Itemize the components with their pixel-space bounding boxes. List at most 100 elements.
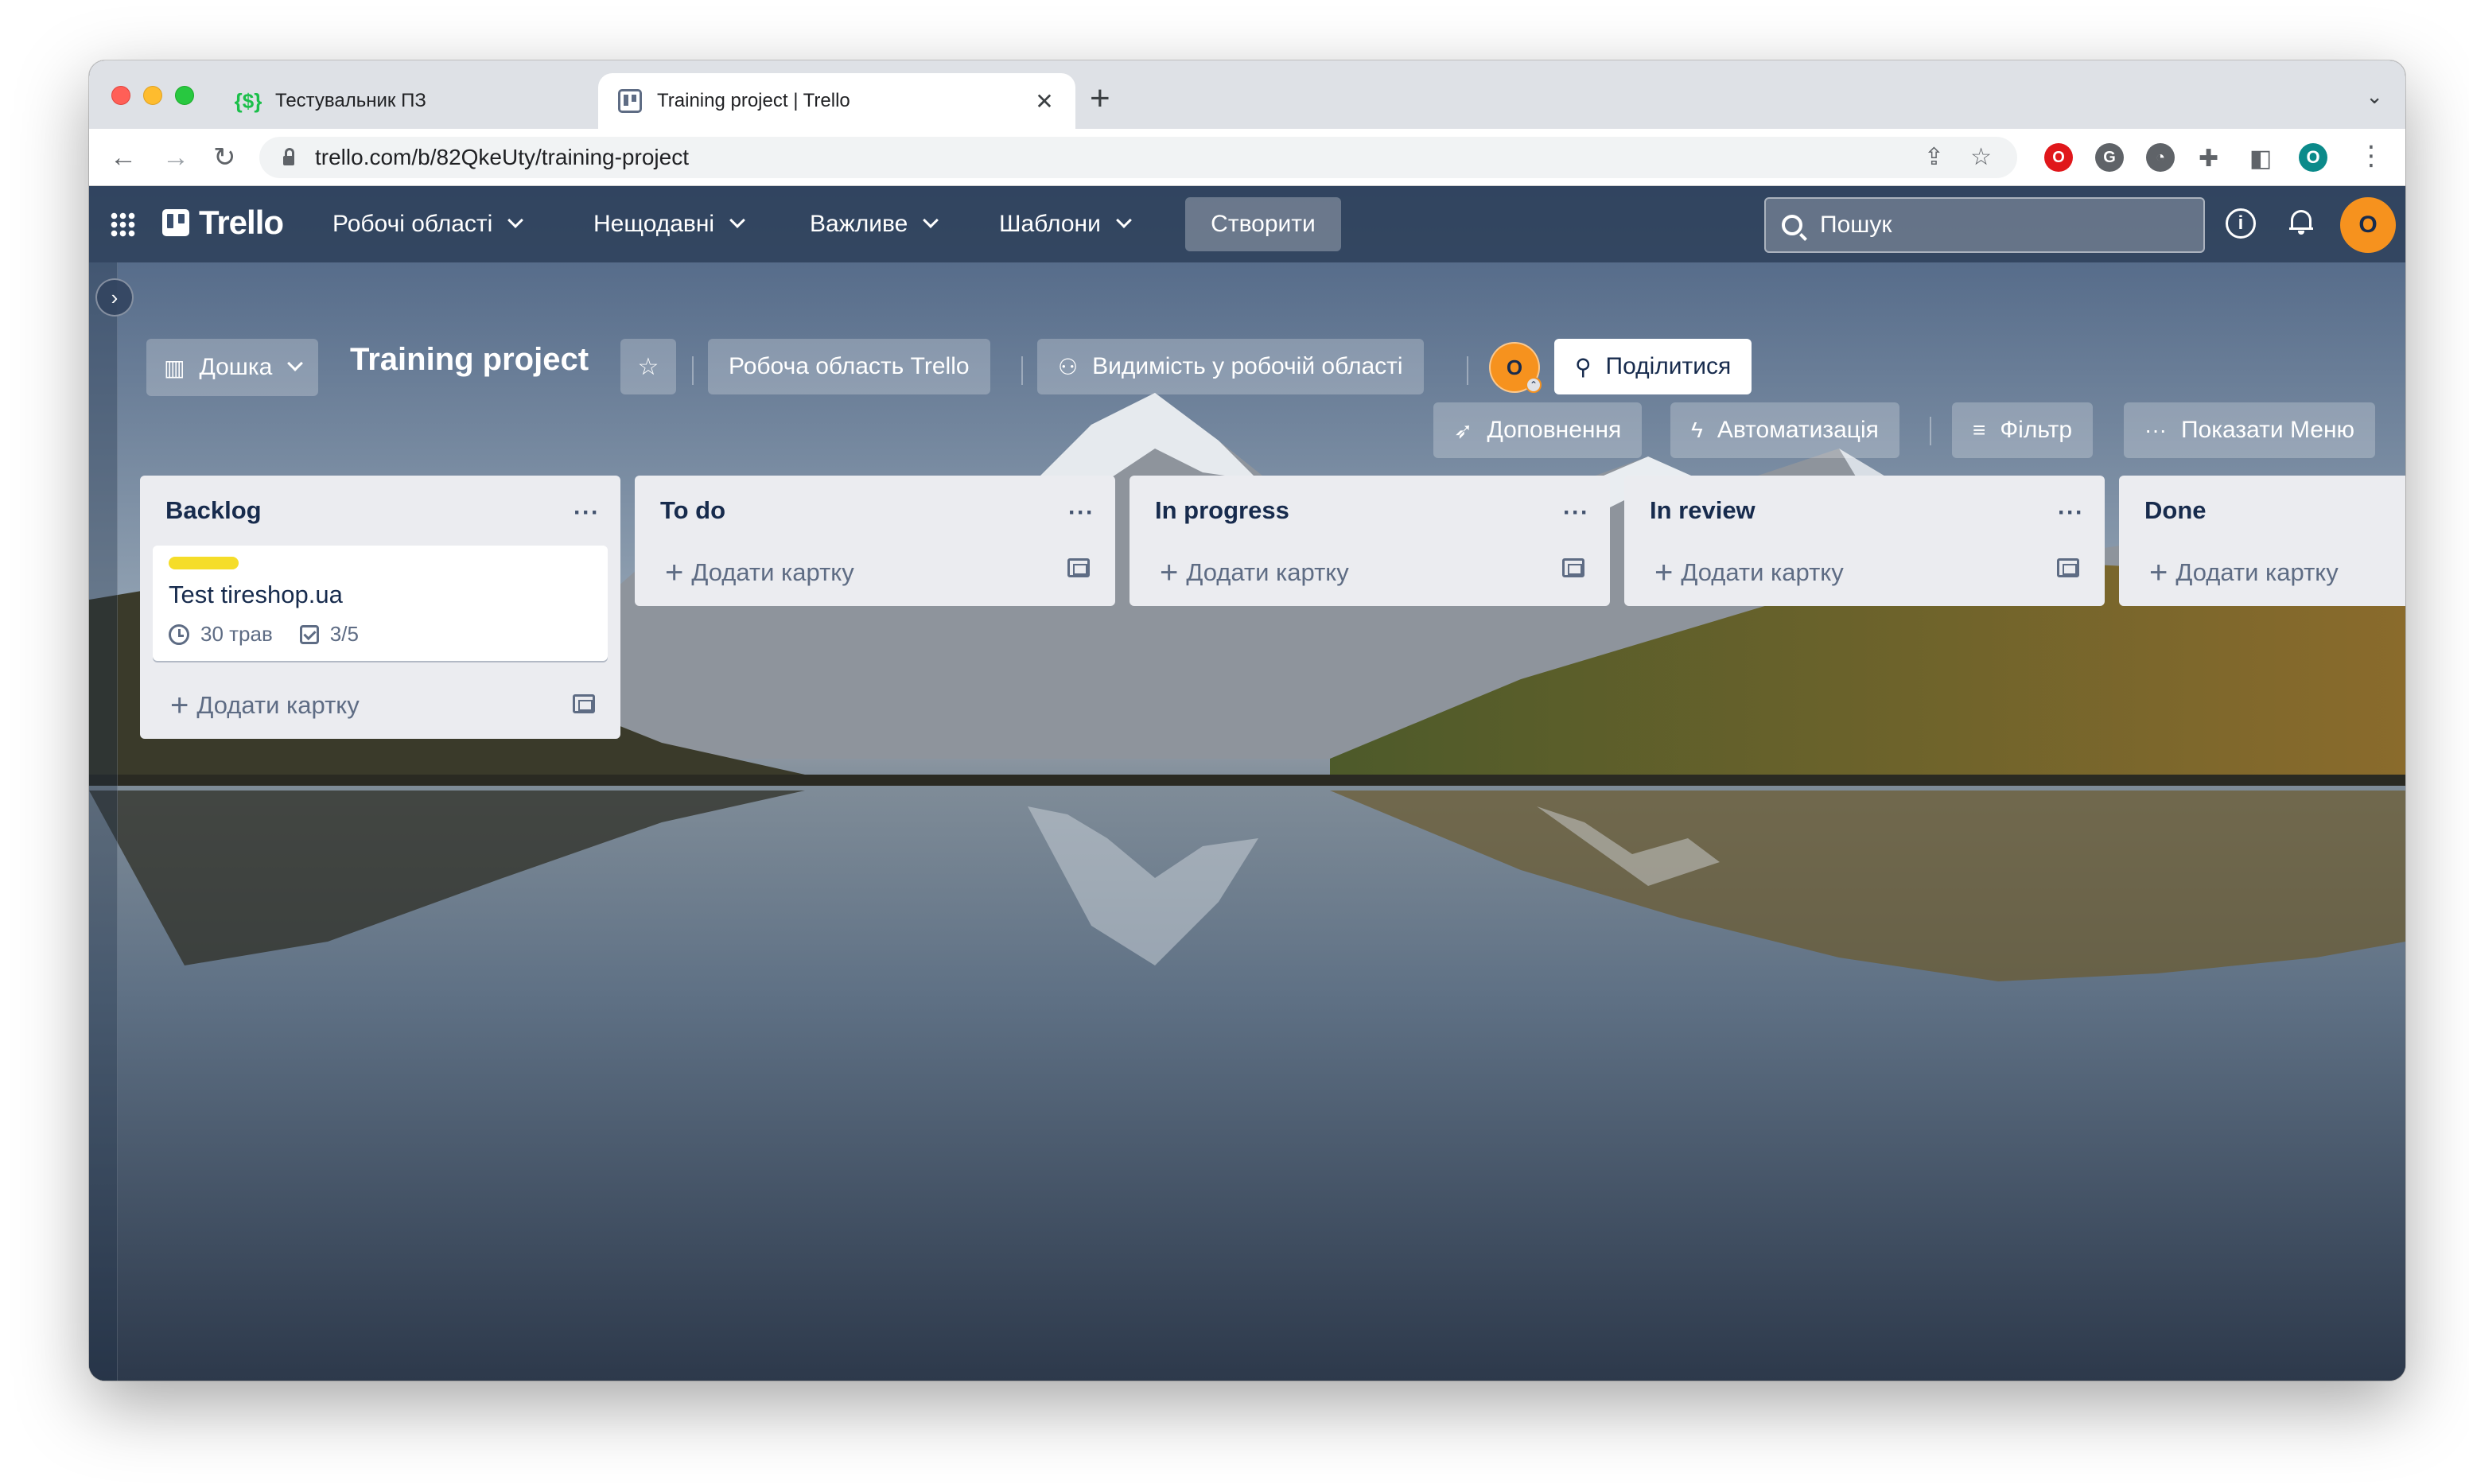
add-card-button[interactable]: + Додати картку [635, 539, 1115, 606]
visibility-button[interactable]: ⚇ Видимість у робочій області [1037, 339, 1424, 394]
search-input[interactable] [1820, 212, 2186, 239]
opera-extension-icon[interactable]: O [2044, 143, 2073, 172]
powerups-button[interactable]: ➶ Доповнення [1433, 402, 1643, 458]
rocket-icon: ➶ [1454, 418, 1473, 443]
expand-sidebar-button[interactable]: › [95, 278, 134, 317]
list-title[interactable]: In review [1650, 496, 1756, 525]
show-menu-button[interactable]: ··· Показати Меню [2124, 402, 2376, 458]
menu-label: Нещодавні [593, 211, 715, 237]
card-label-yellow[interactable] [169, 557, 239, 569]
address-bar: ← → ↻ trello.com/b/82QkeUty/training-pro… [89, 129, 2405, 186]
card-template-icon[interactable] [1067, 558, 1090, 577]
chevron-down-icon [729, 212, 745, 228]
share-icon[interactable]: ⇪ [1924, 143, 1944, 171]
card-badges: 30 трав 3/5 [169, 622, 592, 647]
create-button[interactable]: Створити [1185, 197, 1341, 251]
chevron-down-icon[interactable]: ⌄ [2366, 84, 2383, 109]
star-icon: ☆ [637, 353, 659, 380]
trello-logo[interactable]: Trello [162, 204, 284, 242]
list-menu-icon[interactable]: ··· [2058, 499, 2084, 526]
url-input[interactable]: trello.com/b/82QkeUty/training-project ⇪… [259, 137, 2017, 178]
list-header[interactable]: In progress ··· [1130, 476, 1610, 546]
list-title[interactable]: Done [2144, 496, 2207, 525]
chevron-down-icon [507, 212, 524, 228]
trello-logo-text: Trello [199, 204, 284, 241]
list-menu-icon[interactable]: ··· [574, 499, 600, 526]
add-card-label: Додати картку [2175, 558, 2339, 586]
filter-button[interactable]: ≡ Фільтр [1952, 402, 2094, 458]
tab-title: Тестувальник ПЗ [275, 90, 426, 111]
tab-training-project[interactable]: Training project | Trello ✕ [598, 73, 1075, 129]
view-switcher-button[interactable]: ▥ Дошка [146, 339, 319, 396]
trello-icon [617, 88, 643, 114]
list-header[interactable]: To do ··· [635, 476, 1115, 546]
card-title: Test tireshop.ua [169, 581, 343, 608]
tab-strip: {$} Тестувальник ПЗ ✕ Training project |… [89, 60, 2405, 129]
new-tab-button[interactable]: + [1090, 81, 1110, 116]
share-button[interactable]: ⚲ Поділитися [1554, 339, 1752, 394]
tab-title: Training project | Trello [657, 90, 850, 111]
due-date-text: 30 трав [200, 622, 273, 646]
list-title[interactable]: Backlog [165, 496, 262, 525]
card-template-icon[interactable] [1562, 558, 1584, 577]
list-header[interactable]: Backlog ··· [140, 476, 620, 546]
board-title[interactable]: Training project [350, 342, 589, 378]
checklist-icon [299, 624, 319, 644]
add-card-button[interactable]: + Додати картку [140, 672, 620, 739]
card[interactable]: Test tireshop.ua 30 трав 3/5 [153, 546, 608, 661]
sidepanel-icon[interactable]: ◧ [2249, 142, 2272, 177]
apps-grid-icon[interactable] [110, 212, 135, 237]
list-menu-icon[interactable]: ··· [1563, 499, 1589, 526]
extension-icon[interactable]: G [2095, 143, 2124, 172]
checklist-badge: 3/5 [299, 622, 359, 647]
list-header[interactable]: In review ··· [1624, 476, 2105, 546]
close-window-button[interactable] [111, 86, 130, 105]
list-in-review: In review ··· + Додати картку [1624, 476, 2105, 606]
workspace-button[interactable]: Робоча область Trello [708, 339, 990, 394]
close-icon[interactable]: ✕ [1032, 88, 1056, 115]
profile-avatar[interactable]: O [2299, 143, 2327, 172]
menu-label: Важливе [810, 211, 908, 237]
divider [1467, 356, 1468, 385]
star-board-button[interactable]: ☆ [620, 339, 676, 394]
card-template-icon[interactable] [2057, 558, 2079, 577]
speed-extension-icon[interactable]: ◔ [2146, 143, 2175, 172]
account-avatar[interactable]: O [2340, 197, 2396, 253]
menu-starred[interactable]: Важливе [810, 205, 939, 243]
share-label: Поділитися [1605, 353, 1732, 379]
search-field[interactable] [1764, 197, 2205, 253]
chevron-down-icon [287, 355, 304, 371]
forward-icon[interactable]: → [162, 140, 189, 175]
kebab-menu-icon[interactable]: ⋮ [2358, 138, 2385, 173]
bell-icon[interactable] [2289, 208, 2313, 235]
menu-workspaces[interactable]: Робочі області [332, 205, 524, 243]
reload-icon[interactable]: ↻ [213, 140, 236, 175]
list-menu-icon[interactable]: ··· [1068, 499, 1095, 526]
add-card-button[interactable]: + Додати картку [1130, 539, 1610, 606]
automation-button[interactable]: ϟ Автоматизація [1670, 402, 1899, 458]
plus-icon: + [665, 555, 684, 590]
menu-templates[interactable]: Шаблони [999, 205, 1132, 243]
add-card-label: Додати картку [691, 558, 854, 586]
star-icon[interactable]: ☆ [1970, 143, 1992, 171]
list-header[interactable]: Done [2119, 476, 2405, 546]
list-title[interactable]: To do [660, 496, 725, 525]
back-icon[interactable]: ← [110, 140, 137, 175]
admin-badge-icon: ⌃ [1526, 377, 1542, 393]
trello-top-nav: Trello Робочі області Нещодавні Важливе … [89, 186, 2405, 262]
add-card-button[interactable]: + Додати картку [1624, 539, 2105, 606]
puzzle-icon[interactable]: ✚ [2199, 142, 2218, 177]
view-label: Дошка [199, 354, 273, 380]
minimize-window-button[interactable] [143, 86, 162, 105]
trello-board-page: Trello Робочі області Нещодавні Важливе … [89, 186, 2405, 1381]
menu-label: Шаблони [999, 211, 1101, 237]
add-card-button[interactable]: + Додати картку [2119, 539, 2405, 606]
info-icon[interactable]: i [2226, 208, 2256, 239]
due-date-badge[interactable]: 30 трав [169, 622, 273, 647]
zoom-window-button[interactable] [175, 86, 194, 105]
list-title[interactable]: In progress [1155, 496, 1289, 525]
filter-icon: ≡ [1973, 418, 1986, 442]
card-template-icon[interactable] [573, 694, 595, 713]
add-card-label: Додати картку [1681, 558, 1844, 586]
menu-recent[interactable]: Нещодавні [593, 205, 745, 243]
